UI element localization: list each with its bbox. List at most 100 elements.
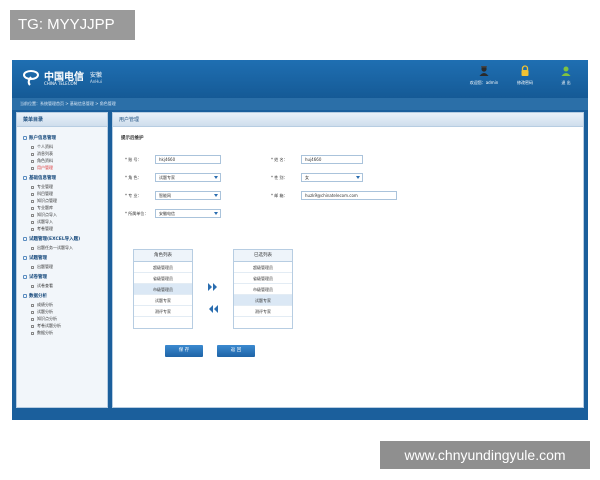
sidebar-item-messages[interactable]: 消息列表 [23, 150, 107, 157]
folder-icon [23, 175, 27, 180]
role-list-item[interactable]: 超级管理员 [134, 262, 192, 273]
sidebar-item-task-import[interactable]: 出题任务一试题导入 [23, 244, 107, 251]
back-button[interactable]: 返 回 [217, 345, 255, 357]
selected-list-item[interactable]: 超级管理员 [234, 262, 292, 273]
sidebar-item-label: 数据分析 [37, 330, 53, 335]
sidebar-item-profile[interactable]: 个人资料 [23, 143, 107, 150]
org-label: * 所属单位： [125, 211, 149, 216]
sidebar-menu: 账户信息管理 个人资料 消息列表 角色资料 用户管理 基础信息管理 专业管理 科… [17, 127, 107, 336]
logo-region-en-text: AnHui [90, 79, 102, 84]
page-icon [31, 265, 34, 269]
email-field[interactable]: huzk9@chinatelecom.com [301, 191, 397, 200]
sidebar-group-questions[interactable]: 试题管理 [23, 254, 107, 263]
sidebar-item-knowledge[interactable]: 知识点管理 [23, 197, 107, 204]
sidebar-item-label: 试卷查看 [37, 283, 53, 288]
change-password-link[interactable]: 修改密码 [505, 65, 545, 86]
sidebar-item-major[interactable]: 专业管理 [23, 183, 107, 190]
sidebar-item-question-import[interactable]: 试题导入 [23, 218, 107, 225]
email-label: * 邮 箱： [271, 193, 288, 198]
role-list: 角色列表 超级管理员 省级管理员 市级管理员 试题专家 测评专家 [133, 249, 193, 329]
name-field[interactable]: huj4660 [301, 155, 363, 164]
logout-link[interactable]: 退 出 [546, 65, 586, 86]
save-button[interactable]: 保 存 [165, 345, 203, 357]
sidebar-item-paper-view[interactable]: 试卷查看 [23, 282, 107, 289]
page-icon [31, 317, 34, 321]
role-list-item[interactable]: 试题专家 [134, 295, 192, 306]
selected-list: 已选列表 超级管理员 省级管理员 市级管理员 试题专家 测评专家 [233, 249, 293, 329]
page-icon [31, 199, 34, 203]
sidebar-group-papers[interactable]: 试卷管理 [23, 273, 107, 282]
sidebar-item-label: 试题分析 [37, 309, 53, 314]
role-select-value: 试题专家 [159, 175, 175, 180]
selected-list-item[interactable]: 省级管理员 [234, 273, 292, 284]
sidebar-item-label: 知识点分析 [37, 316, 57, 321]
role-list-item[interactable]: 市级管理员 [134, 284, 192, 295]
sidebar-item-roles[interactable]: 角色资料 [23, 157, 107, 164]
telecom-logo-icon [23, 70, 39, 86]
page-icon [31, 284, 34, 288]
sidebar-item-users[interactable]: 用户管理 [23, 164, 107, 171]
sidebar-group-label: 账户信息管理 [29, 136, 56, 141]
lock-icon [521, 65, 529, 76]
page-icon [31, 220, 34, 224]
role-list-item[interactable]: 测评专家 [134, 306, 192, 317]
selected-list-item[interactable]: 市级管理员 [234, 284, 292, 295]
sidebar-item-label: 知识点导入 [37, 212, 57, 217]
sidebar-item-question-bank[interactable]: 专业题库 [23, 204, 107, 211]
gender-select-value: 女 [305, 175, 309, 180]
sidebar-item-label: 专业题库 [37, 205, 53, 210]
sidebar-group-account[interactable]: 账户信息管理 [23, 134, 107, 143]
sidebar-group-label: 试题管理(EXCEL导入题) [29, 237, 81, 242]
page-icon [31, 310, 34, 314]
page-icon [31, 166, 34, 170]
sidebar-group-excel[interactable]: 试题管理(EXCEL导入题) [23, 235, 107, 244]
watermark-bottom: www.chnyundingyule.com [380, 441, 590, 469]
major-label: * 专 业： [125, 193, 142, 198]
name-label: * 姓 名： [271, 157, 288, 162]
page-icon [31, 159, 34, 163]
folder-icon [23, 255, 27, 260]
sidebar-item-subject[interactable]: 科目管理 [23, 190, 107, 197]
app-screen: 中国电信 CHINA TELECOM 安徽 AnHui 欢迎您：admin 修改… [12, 60, 588, 420]
sidebar-item-label: 专业管理 [37, 184, 53, 189]
sidebar-title: 菜单目录 [17, 113, 107, 127]
account-field[interactable]: hkj4660 [155, 155, 221, 164]
chevron-down-icon [214, 194, 218, 197]
selected-list-item[interactable]: 试题专家 [234, 295, 292, 306]
sidebar-group-label: 试题管理 [29, 256, 47, 261]
sidebar-group-label: 试卷管理 [29, 275, 47, 280]
logo-en-text: CHINA TELECOM [44, 81, 78, 86]
page-icon [31, 324, 34, 328]
sidebar-item-label: 出题任务一试题导入 [37, 245, 73, 250]
gender-select[interactable]: 女 [301, 173, 363, 182]
folder-icon [23, 274, 27, 279]
welcome-user[interactable]: 欢迎您：admin [464, 65, 504, 86]
major-select[interactable]: 智能网 [155, 191, 221, 200]
breadcrumb: 当前位置：系统管理首页 > 基础信息管理 > 角色管理 [12, 98, 588, 110]
org-select[interactable]: 安徽电信 [155, 209, 221, 218]
sidebar-item-label: 考卷试题分析 [37, 323, 61, 328]
selected-list-item[interactable]: 测评专家 [234, 306, 292, 317]
main-panel: 用户管理 提示后维护 * 账 号： hkj4660 * 姓 名： huj4660… [112, 112, 584, 408]
sidebar-item-question-mgmt[interactable]: 出题管理 [23, 263, 107, 270]
chevron-down-icon [356, 176, 360, 179]
sidebar-item-knowledge-analysis[interactable]: 知识点分析 [23, 315, 107, 322]
sidebar-group-basic[interactable]: 基础信息管理 [23, 174, 107, 183]
add-role-button[interactable] [203, 277, 223, 291]
sidebar-item-paper-analysis[interactable]: 考卷试题分析 [23, 322, 107, 329]
sidebar-item-exam[interactable]: 考卷管理 [23, 225, 107, 232]
role-label: * 角 色： [125, 175, 142, 180]
sidebar-item-label: 知识点管理 [37, 198, 57, 203]
double-left-arrow-icon [209, 305, 218, 313]
folder-icon [23, 135, 27, 140]
sidebar-item-label: 用户管理 [37, 165, 53, 170]
remove-role-button[interactable] [203, 299, 223, 313]
role-list-item[interactable]: 省级管理员 [134, 273, 192, 284]
sidebar-item-data-analysis[interactable]: 数据分析 [23, 329, 107, 336]
sidebar-group-analysis[interactable]: 数据分析 [23, 292, 107, 301]
sidebar-item-knowledge-import[interactable]: 知识点导入 [23, 211, 107, 218]
sidebar-item-score-analysis[interactable]: 成绩分析 [23, 301, 107, 308]
role-select[interactable]: 试题专家 [155, 173, 221, 182]
sidebar-item-question-analysis[interactable]: 试题分析 [23, 308, 107, 315]
sidebar-item-label: 考卷管理 [37, 226, 53, 231]
